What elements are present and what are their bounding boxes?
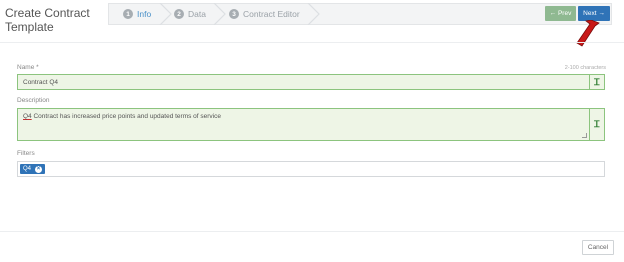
header-divider <box>0 42 624 43</box>
step-number: 3 <box>229 9 239 19</box>
step-number: 1 <box>123 9 133 19</box>
prev-button[interactable]: ← Prev <box>545 6 576 21</box>
step-label: Data <box>188 9 206 19</box>
char-count-hint: 2-100 characters <box>564 65 606 71</box>
filter-chip-label: Q4 <box>23 166 32 172</box>
step-number: 2 <box>174 9 184 19</box>
next-button[interactable]: Next → <box>578 6 610 21</box>
annotation-arrow-icon <box>576 20 600 47</box>
chevron-right-icon <box>307 3 321 25</box>
resize-handle-icon[interactable] <box>582 133 587 138</box>
description-underlined-word: Q4 <box>23 113 32 120</box>
filter-chip: Q4 × <box>20 164 46 174</box>
step-label: Info <box>137 9 152 19</box>
wizard-steps: 1 Info 2 Data 3 Contract Editor <box>108 3 612 25</box>
description-text: Contract has increased price points and … <box>31 113 221 120</box>
name-field[interactable]: Contract Q4 Ꮖ <box>17 74 605 90</box>
text-format-icon[interactable]: Ꮖ <box>589 109 604 140</box>
step-info[interactable]: 1 Info <box>123 4 151 24</box>
filters-input[interactable]: Q4 × <box>17 161 605 177</box>
step-data[interactable]: 2 Data <box>174 4 206 24</box>
description-field[interactable]: Q4 Contract has increased price points a… <box>17 108 605 141</box>
chevron-right-icon <box>213 3 227 25</box>
text-format-icon[interactable]: Ꮖ <box>589 75 604 89</box>
footer-divider <box>0 231 624 232</box>
page-title: Create Contract Template <box>5 6 90 34</box>
remove-chip-icon[interactable]: × <box>35 165 43 173</box>
description-label: Description <box>17 97 50 104</box>
step-contract-editor[interactable]: 3 Contract Editor <box>229 4 300 24</box>
step-label: Contract Editor <box>243 9 300 19</box>
name-label: Name * <box>17 64 39 71</box>
cancel-button[interactable]: Cancel <box>582 240 614 255</box>
filters-label: Filters <box>17 150 35 157</box>
name-value: Contract Q4 <box>23 79 59 86</box>
description-value: Q4 Contract has increased price points a… <box>23 113 221 120</box>
chevron-right-icon <box>159 3 173 25</box>
